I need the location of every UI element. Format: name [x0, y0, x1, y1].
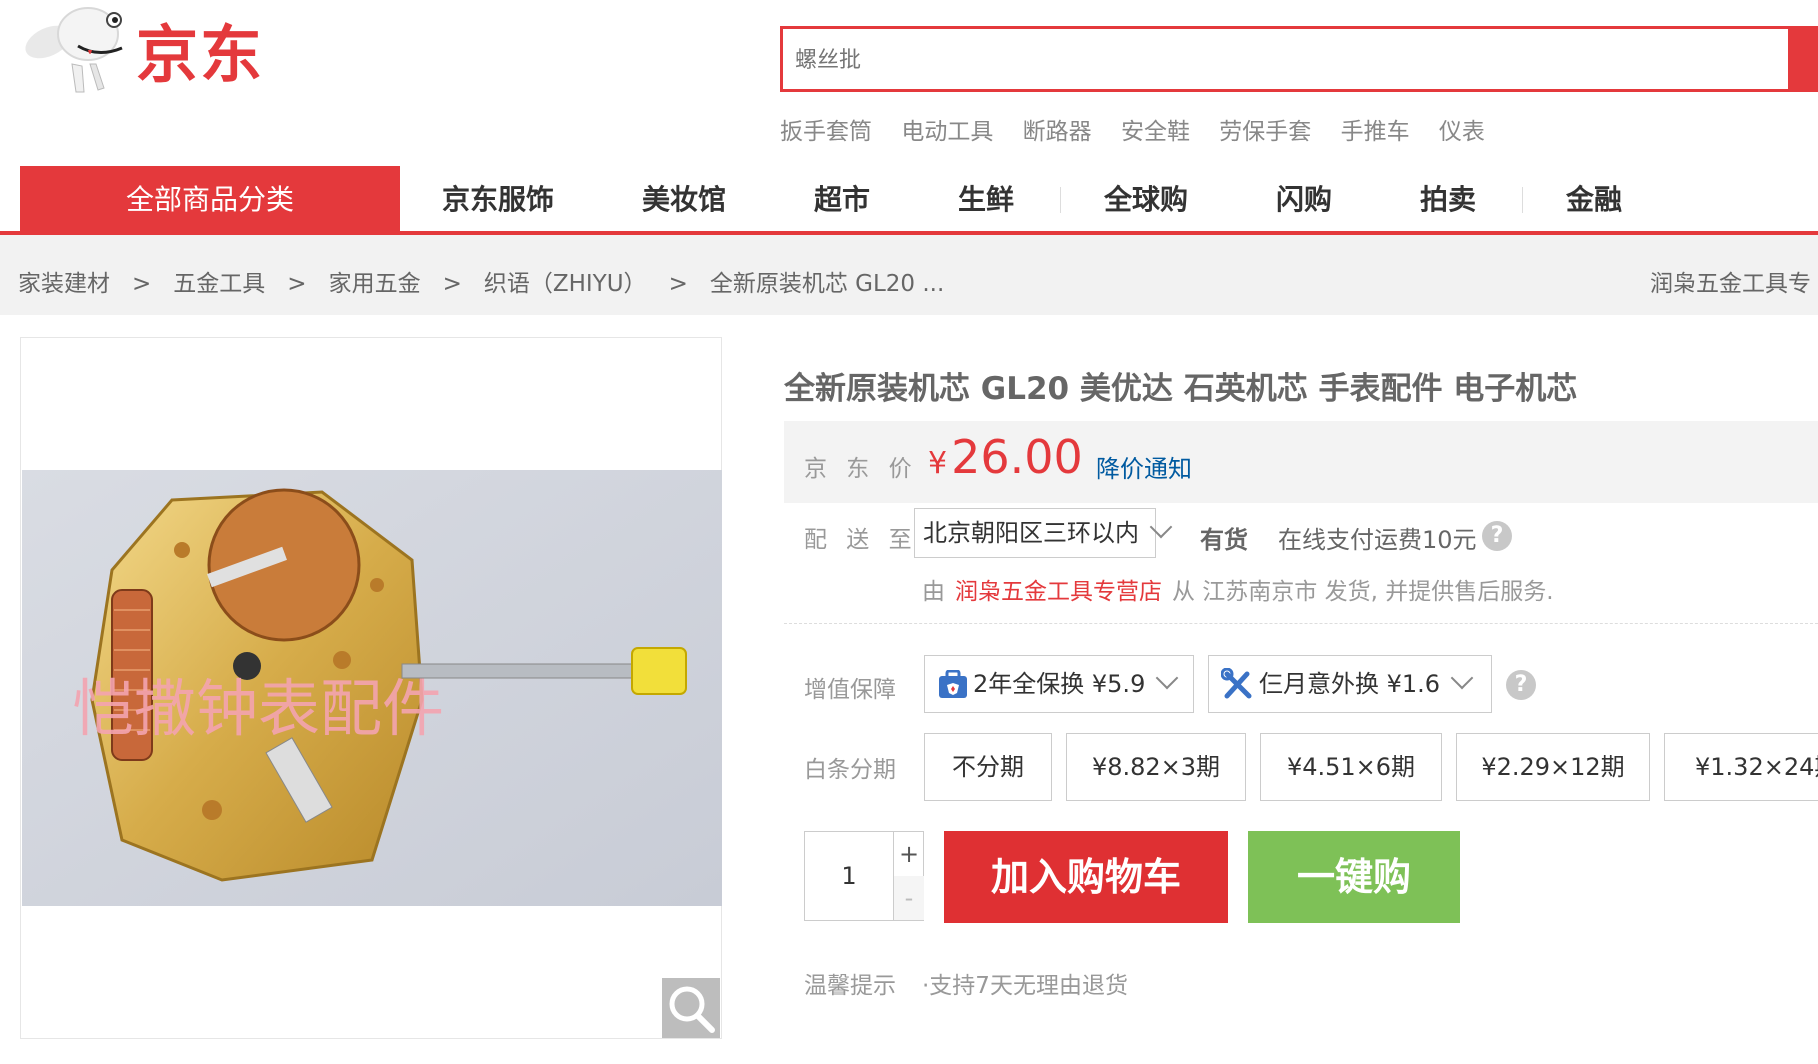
delivery-address-select[interactable]: 北京朝阳区三环以内 — [914, 508, 1173, 558]
product-price: ¥26.00 — [928, 430, 1083, 484]
jd-logo[interactable]: 京东 — [18, 6, 298, 96]
return-policy-tip: ·支持7天无理由退货 — [922, 973, 1128, 999]
tools-icon — [1220, 667, 1252, 699]
search-box[interactable] — [780, 26, 1796, 92]
store-link[interactable]: 润枭五金工具专 — [1650, 264, 1811, 298]
nav-item-fresh[interactable]: 生鲜 — [958, 166, 1014, 234]
stock-status: 有货 — [1200, 526, 1248, 554]
seller-shop-link[interactable]: 润枭五金工具专营店 — [955, 579, 1162, 605]
chevron-down-icon — [1156, 666, 1179, 690]
breadcrumb-current: 全新原装机芯 GL20 ... — [709, 271, 945, 297]
price-drop-notice-link[interactable]: 降价通知 — [1096, 449, 1192, 484]
accident-protection-option[interactable]: 仨月意外换 ¥1.6 — [1208, 655, 1492, 713]
installment-option-24[interactable]: ¥1.32×24期 — [1664, 733, 1818, 801]
installment-label: 白条分期 — [804, 757, 896, 783]
delivery-address-value: 北京朝阳区三环以内 — [923, 519, 1139, 547]
nav-divider — [1522, 187, 1523, 213]
price-label: 京 东 价 — [804, 456, 918, 482]
currency-symbol: ¥ — [928, 446, 948, 481]
help-icon[interactable]: ? — [1482, 521, 1512, 551]
nav-item-supermarket[interactable]: 超市 — [814, 166, 870, 234]
joy-dog-mascot-icon — [25, 7, 123, 93]
accident-option-label: 仨月意外换 ¥1.6 — [1259, 670, 1441, 698]
quantity-input[interactable]: 1 — [805, 832, 893, 920]
nav-item-auction[interactable]: 拍卖 — [1420, 166, 1476, 234]
nav-item-fashion[interactable]: 京东服饰 — [442, 166, 554, 234]
value-added-label: 增值保障 — [804, 677, 896, 703]
hotword-link[interactable]: 扳手套筒 — [780, 119, 872, 145]
product-title: 全新原装机芯 GL20 美优达 石英机芯 手表配件 电子机芯 — [784, 371, 1578, 407]
installment-option-6[interactable]: ¥4.51×6期 — [1260, 733, 1442, 801]
breadcrumb-separator: > — [287, 271, 307, 297]
nav-divider — [1060, 187, 1061, 213]
hotword-link[interactable]: 仪表 — [1439, 119, 1485, 145]
hotword-link[interactable]: 劳保手套 — [1219, 119, 1311, 145]
nav-item-flash[interactable]: 闪购 — [1276, 166, 1332, 234]
breadcrumb-separator: > — [132, 271, 152, 297]
nav-item-finance[interactable]: 金融 — [1566, 166, 1622, 234]
tips-label: 温馨提示 — [804, 973, 896, 999]
breadcrumb: 家装建材 > 五金工具 > 家用五金 > 织语（ZHIYU） > 全新原装机芯 GL20 ... — [18, 264, 944, 298]
hotword-link[interactable]: 手推车 — [1341, 119, 1410, 145]
breadcrumb-item[interactable]: 织语（ZHIYU） — [484, 271, 647, 297]
warranty-option-label: 2年全保换 ¥5.9 — [973, 670, 1146, 698]
chevron-down-icon — [1450, 666, 1474, 690]
divider — [784, 623, 1818, 624]
one-click-buy-button[interactable]: 一键购 — [1248, 831, 1460, 923]
quantity-decrease-button[interactable]: - — [893, 876, 924, 920]
hotword-link[interactable]: 电动工具 — [901, 119, 993, 145]
all-categories-button[interactable]: 全部商品分类 — [20, 166, 400, 234]
product-photo[interactable]: 恺撒钟表配件 — [22, 470, 722, 906]
search-button[interactable] — [1788, 26, 1818, 92]
warranty-icon — [939, 669, 967, 698]
installment-option-none[interactable]: 不分期 — [924, 733, 1052, 801]
hotword-link[interactable]: 断路器 — [1023, 119, 1092, 145]
hotword-link[interactable]: 安全鞋 — [1121, 119, 1190, 145]
quantity-stepper: 1 + - — [804, 831, 924, 921]
help-icon[interactable]: ? — [1506, 670, 1536, 700]
zoom-button[interactable] — [662, 978, 720, 1038]
search-input[interactable] — [793, 29, 1757, 91]
seller-prefix: 由 — [922, 579, 945, 605]
breadcrumb-item[interactable]: 家用五金 — [329, 271, 421, 297]
breadcrumb-item[interactable]: 家装建材 — [18, 271, 110, 297]
add-to-cart-button[interactable]: 加入购物车 — [944, 831, 1228, 923]
chevron-down-icon — [1149, 515, 1173, 539]
hot-search-words: 扳手套筒 电动工具 断路器 安全鞋 劳保手套 手推车 仪表 — [780, 112, 1507, 146]
installment-option-3[interactable]: ¥8.82×3期 — [1066, 733, 1246, 801]
nav-item-beauty[interactable]: 美妆馆 — [642, 166, 726, 234]
seller-suffix: 从 江苏南京市 发货, 并提供售后服务. — [1172, 579, 1554, 605]
breadcrumb-separator: > — [442, 271, 462, 297]
shipping-fee: 在线支付运费10元 — [1278, 526, 1477, 554]
delivery-label: 配 送 至 — [804, 527, 918, 553]
breadcrumb-separator: > — [668, 271, 688, 297]
installment-option-12[interactable]: ¥2.29×12期 — [1456, 733, 1650, 801]
breadcrumb-item[interactable]: 五金工具 — [173, 271, 265, 297]
warranty-option[interactable]: 2年全保换 ¥5.9 — [924, 655, 1194, 713]
price-value: 26.00 — [951, 430, 1083, 484]
photo-watermark: 恺撒钟表配件 — [72, 672, 444, 745]
logo-text: 京东 — [136, 18, 265, 91]
nav-item-global[interactable]: 全球购 — [1104, 166, 1188, 234]
magnifier-icon — [669, 986, 715, 1033]
quantity-increase-button[interactable]: + — [893, 832, 924, 877]
seller-info: 由润枭五金工具专营店从 江苏南京市 发货, 并提供售后服务. — [922, 572, 1554, 606]
